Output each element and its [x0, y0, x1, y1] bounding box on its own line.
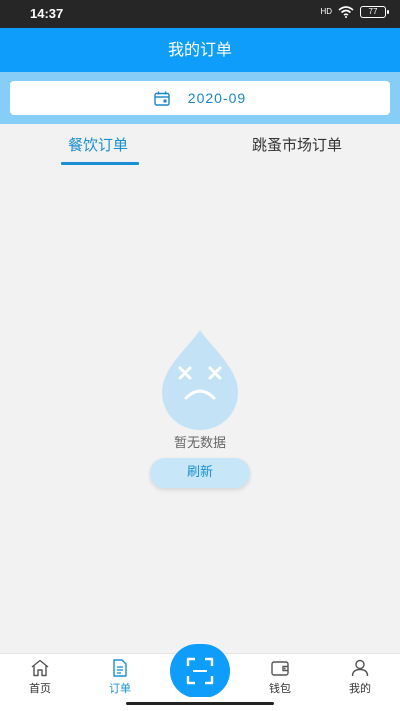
document-icon [113, 659, 127, 677]
page-title: 我的订单 [0, 28, 400, 72]
nav-label-orders: 订单 [109, 682, 131, 695]
scan-button[interactable] [170, 644, 230, 698]
battery-indicator: 77 [360, 6, 389, 18]
user-icon [351, 659, 369, 677]
order-tabs: 餐饮订单 跳蚤市场订单 [0, 124, 400, 168]
date-filter-band: 2020-09 [0, 72, 400, 124]
wifi-icon [338, 6, 354, 18]
tab-food-orders[interactable]: 餐饮订单 [68, 134, 128, 155]
nav-item-home[interactable]: 首页 [10, 654, 70, 698]
empty-state-message: 暂无数据 [173, 436, 226, 451]
calendar-icon [154, 91, 170, 106]
sad-droplet-icon [162, 330, 238, 430]
refresh-button[interactable]: 刷新 [150, 458, 250, 488]
scan-icon [186, 657, 214, 685]
nav-label-wallet: 钱包 [269, 682, 291, 695]
tab-flea-market-orders[interactable]: 跳蚤市场订单 [252, 134, 342, 155]
nav-item-orders[interactable]: 订单 [90, 654, 150, 698]
network-indicator: HD [320, 7, 332, 16]
wallet-icon [271, 661, 289, 676]
home-indicator[interactable] [126, 702, 274, 705]
status-time: 14:37 [30, 6, 64, 21]
month-picker[interactable]: 2020-09 [10, 81, 390, 115]
status-bar: 14:37 HD 77 [0, 0, 400, 28]
nav-label-mine: 我的 [349, 682, 371, 695]
gesture-area [0, 697, 400, 711]
active-tab-indicator [61, 162, 139, 165]
home-icon [31, 659, 49, 677]
nav-item-wallet[interactable]: 钱包 [250, 654, 310, 698]
nav-label-home: 首页 [29, 682, 51, 695]
status-icons: HD 77 [320, 6, 389, 18]
selected-month: 2020-09 [187, 90, 247, 106]
nav-item-mine[interactable]: 我的 [330, 654, 390, 698]
